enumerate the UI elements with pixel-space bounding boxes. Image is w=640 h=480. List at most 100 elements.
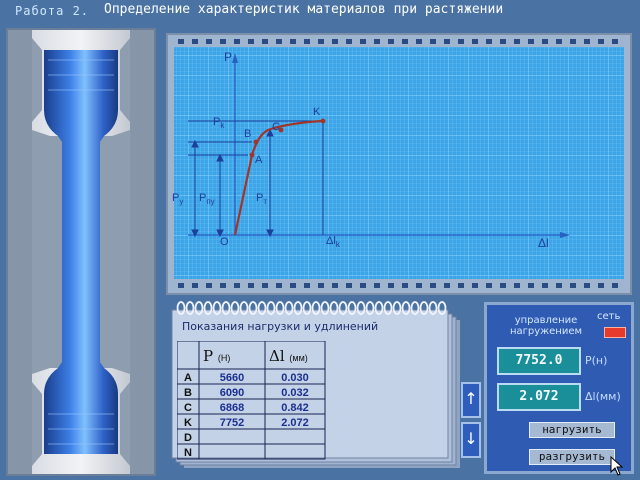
row-elongation-value: 2.072 bbox=[281, 417, 309, 429]
perforation-hole bbox=[598, 39, 604, 44]
perforation-hole bbox=[542, 283, 548, 288]
perforation-hole bbox=[192, 39, 198, 44]
elongation-unit: Δl(мм) bbox=[585, 390, 621, 403]
perforation-hole bbox=[598, 283, 604, 288]
perforation-hole bbox=[458, 39, 464, 44]
readings-table: P (Н) Δl (мм) A 5660 0.030 B 6090 0.032 C 6868 0… bbox=[176, 340, 327, 461]
row-load-value: 6090 bbox=[219, 387, 245, 399]
mouse-cursor-icon bbox=[610, 456, 624, 476]
specimen-panel bbox=[6, 28, 156, 476]
perforation-hole bbox=[402, 39, 408, 44]
perforation-hole bbox=[584, 283, 590, 288]
row-elongation-value: 0.032 bbox=[281, 387, 309, 399]
load-unit: P(н) bbox=[585, 354, 608, 367]
point-a bbox=[249, 152, 255, 158]
perforation-hole bbox=[360, 39, 366, 44]
perforation-hole bbox=[458, 283, 464, 288]
perforation-hole bbox=[584, 39, 590, 44]
perforation-hole bbox=[374, 283, 380, 288]
elongation-readout: 2.072 bbox=[497, 383, 581, 411]
title-bar: Работа 2. Определение характеристик мате… bbox=[0, 0, 640, 26]
perforation-hole bbox=[206, 39, 212, 44]
a-label: A bbox=[255, 154, 263, 166]
perforation-hole bbox=[178, 283, 184, 288]
perforation-hole bbox=[262, 39, 268, 44]
net-indicator[interactable] bbox=[604, 327, 626, 338]
perforation-hole bbox=[318, 283, 324, 288]
dl-axis-label: Δl bbox=[538, 236, 549, 250]
row-elongation-value: 0.030 bbox=[281, 372, 309, 384]
work-label: Работа 2. bbox=[15, 4, 90, 18]
perforation-hole bbox=[220, 283, 226, 288]
perforation-hole bbox=[472, 283, 478, 288]
perforation-hole bbox=[248, 39, 254, 44]
page-title: Определение характеристик материалов при… bbox=[104, 2, 504, 17]
perforation-hole bbox=[416, 39, 422, 44]
row-label: D bbox=[184, 432, 192, 444]
perforation-hole bbox=[570, 283, 576, 288]
unload-button[interactable]: разгрузить bbox=[529, 449, 615, 465]
scroll-down-button[interactable]: ↓ bbox=[461, 422, 481, 458]
row-elongation-value: 0.842 bbox=[281, 402, 309, 414]
perforation-hole bbox=[346, 39, 352, 44]
load-readout: 7752.0 bbox=[497, 347, 581, 375]
perforation-hole bbox=[486, 283, 492, 288]
p-axis-label: P bbox=[224, 50, 232, 64]
perforation-hole bbox=[472, 39, 478, 44]
perforation-hole bbox=[556, 283, 562, 288]
perforation-hole bbox=[332, 39, 338, 44]
perforation-hole bbox=[388, 39, 394, 44]
origin-label: O bbox=[220, 236, 229, 248]
notebook-title: Показания нагрузки и удлинений bbox=[182, 320, 379, 333]
perforation-hole bbox=[416, 283, 422, 288]
perforation-hole bbox=[528, 39, 534, 44]
col-dl-header: Δl (мм) bbox=[269, 347, 308, 365]
perforation-hole bbox=[402, 283, 408, 288]
perforation-hole bbox=[612, 39, 618, 44]
perforation-hole bbox=[570, 39, 576, 44]
load-button[interactable]: нагрузить bbox=[529, 422, 615, 438]
k-label: K bbox=[313, 106, 321, 118]
perforation-hole bbox=[248, 283, 254, 288]
perforation-hole bbox=[276, 283, 282, 288]
perforation-hole bbox=[178, 39, 184, 44]
point-b bbox=[253, 139, 259, 145]
perforation-hole bbox=[290, 283, 296, 288]
perforation-hole bbox=[206, 283, 212, 288]
perforation-hole bbox=[500, 283, 506, 288]
perforation-hole bbox=[192, 283, 198, 288]
perforation-hole bbox=[444, 283, 450, 288]
c-label: C bbox=[272, 121, 280, 133]
perforation-hole bbox=[304, 39, 310, 44]
perforation-hole bbox=[346, 283, 352, 288]
b-label: B bbox=[244, 128, 251, 140]
control-panel: управление нагружением сеть 7752.0 P(н) … bbox=[484, 302, 634, 474]
perforation-hole bbox=[304, 283, 310, 288]
scroll-up-button[interactable]: ↑ bbox=[461, 382, 481, 418]
perforation-hole bbox=[262, 283, 268, 288]
row-label: B bbox=[184, 387, 192, 399]
perforation-hole bbox=[486, 39, 492, 44]
perforation-hole bbox=[290, 39, 296, 44]
perforation-hole bbox=[514, 283, 520, 288]
perforation-hole bbox=[556, 39, 562, 44]
col-p-header: P (Н) bbox=[203, 347, 231, 365]
perforation-hole bbox=[528, 283, 534, 288]
perforation-hole bbox=[332, 283, 338, 288]
specimen-illustration bbox=[8, 30, 154, 474]
perforation-hole bbox=[444, 39, 450, 44]
perforation-hole bbox=[360, 283, 366, 288]
row-load-value: 7752 bbox=[219, 417, 245, 429]
perforation-hole bbox=[612, 283, 618, 288]
perforation-hole bbox=[234, 283, 240, 288]
row-label: C bbox=[184, 402, 192, 414]
perforation-hole bbox=[220, 39, 226, 44]
perforation-hole bbox=[276, 39, 282, 44]
perforation-hole bbox=[388, 283, 394, 288]
graph-frame: P Δl Pk Py Pпу Pт Δlk O A B C K bbox=[166, 33, 632, 295]
perforation-hole bbox=[318, 39, 324, 44]
point-k bbox=[320, 118, 326, 124]
perforation-hole bbox=[430, 39, 436, 44]
perforation-hole bbox=[430, 283, 436, 288]
row-label: A bbox=[184, 372, 192, 384]
